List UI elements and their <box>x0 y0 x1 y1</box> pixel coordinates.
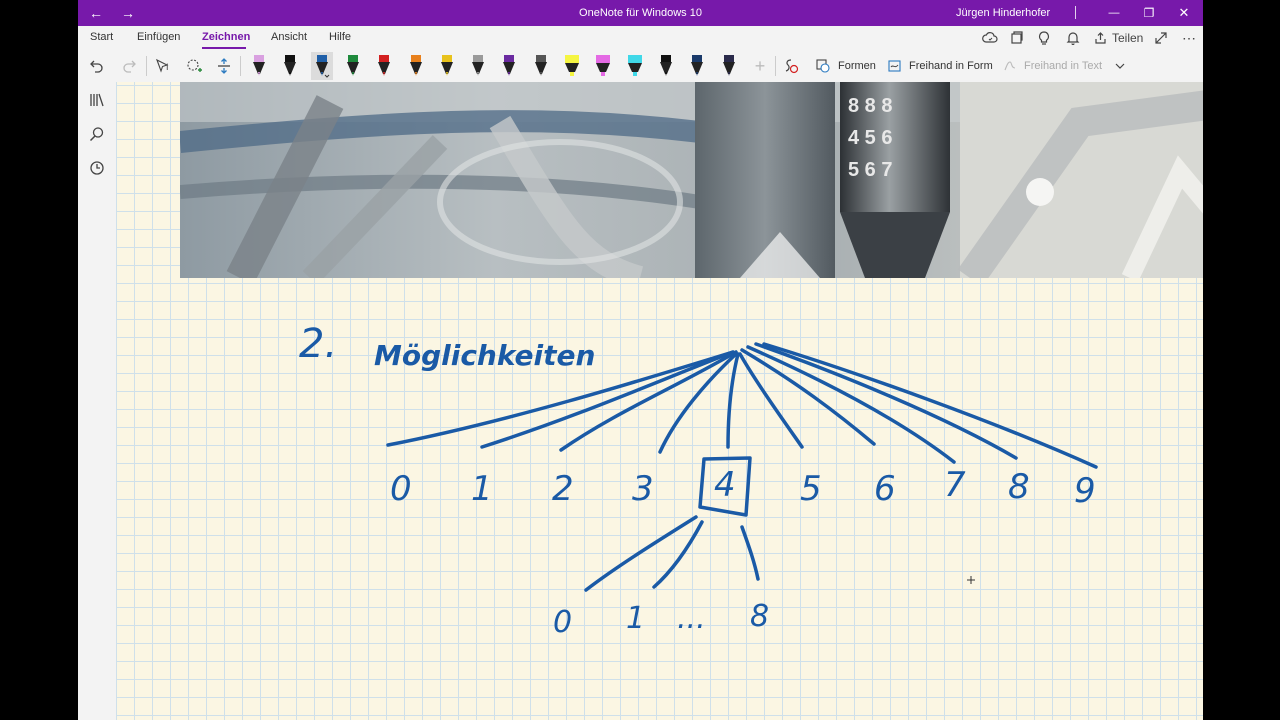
ink-to-shape-button[interactable]: Freihand in Form <box>909 50 993 82</box>
ink-subline-0 <box>584 515 698 592</box>
draw-ribbon: I + Formen Freihand in Form Freihand in … <box>78 50 1203 83</box>
redo-icon[interactable] <box>118 50 140 82</box>
highlighter-yellow-icon[interactable] <box>561 52 583 80</box>
lasso-select-icon[interactable] <box>182 50 206 82</box>
ink-line-8 <box>754 342 1018 460</box>
maximize-button[interactable]: ❐ <box>1135 0 1163 26</box>
search-icon[interactable] <box>87 124 107 144</box>
highlighter-magenta-icon[interactable] <box>592 52 614 80</box>
ink-to-shape-icon[interactable] <box>886 50 904 82</box>
tab-zeichnen[interactable]: Zeichnen <box>202 31 250 43</box>
active-tab-indicator <box>202 47 246 49</box>
ink-digit-9: 9 <box>1074 471 1096 511</box>
shapes-icon[interactable] <box>814 50 832 82</box>
ink-replay-icon[interactable] <box>780 50 802 82</box>
ink-digit-2: 2 <box>552 469 574 509</box>
back-icon[interactable]: ← <box>84 0 108 26</box>
title-separator <box>1075 6 1076 19</box>
ribbon-divider <box>240 56 241 76</box>
ink-sub-digit-8: 8 <box>750 599 769 634</box>
chevron-down-icon[interactable] <box>1112 50 1128 82</box>
ribbon-divider <box>146 56 147 76</box>
svg-text:I: I <box>166 62 169 72</box>
ink-sub-digit-1: 1 <box>626 601 645 636</box>
pen-cursor-icon <box>967 576 975 584</box>
forward-icon[interactable]: → <box>116 0 140 26</box>
ink-digit-1: 1 <box>471 469 493 509</box>
close-button[interactable]: ✕ <box>1170 0 1198 26</box>
shapes-button[interactable]: Formen <box>838 50 876 82</box>
ink-line-3 <box>658 352 738 454</box>
pen-black-2-icon[interactable] <box>655 52 677 80</box>
title-bar: ← → OneNote für Windows 10 Jürgen Hinder… <box>78 0 1203 26</box>
pen-galaxy-2-icon[interactable] <box>718 52 740 80</box>
pen-green-icon[interactable] <box>342 52 364 80</box>
add-pen-icon[interactable]: + <box>750 50 770 82</box>
fullscreen-icon[interactable] <box>1154 26 1168 50</box>
share-button[interactable]: Teilen <box>1094 26 1143 50</box>
ink-sub-digit-0: 0 <box>553 605 572 640</box>
type-select-icon[interactable]: I <box>152 50 176 82</box>
pen-gray-icon[interactable] <box>467 52 489 80</box>
pen-darkgray-icon[interactable] <box>530 52 552 80</box>
user-account[interactable]: Jürgen Hinderhofer <box>956 0 1050 26</box>
tab-start[interactable]: Start <box>90 31 113 43</box>
pen-blue-selected-icon[interactable] <box>310 52 333 80</box>
pen-purple-icon[interactable] <box>498 52 520 80</box>
ink-digit-0: 0 <box>390 469 412 509</box>
highlighter-cyan-icon[interactable] <box>624 52 646 80</box>
onenote-window: ← → OneNote für Windows 10 Jürgen Hinder… <box>78 0 1203 720</box>
ink-digit-6: 6 <box>874 469 896 509</box>
ribbon-divider <box>775 56 776 76</box>
tab-einfuegen[interactable]: Einfügen <box>137 31 180 43</box>
pen-black-icon[interactable] <box>279 52 301 80</box>
navigation-rail <box>78 82 117 720</box>
undo-icon[interactable] <box>86 50 108 82</box>
ink-line-9 <box>762 342 1098 469</box>
share-label: Teilen <box>1112 31 1144 45</box>
more-options-icon[interactable]: ⋯ <box>1182 26 1196 50</box>
pen-orange-icon[interactable] <box>405 52 427 80</box>
pen-yellow-icon[interactable] <box>436 52 458 80</box>
recent-icon[interactable] <box>87 158 107 178</box>
pen-eraser-pink-icon[interactable] <box>248 52 270 80</box>
ink-line-4 <box>726 352 740 449</box>
menu-bar: Start Einfügen Zeichnen Ansicht Hilfe <box>78 26 1203 50</box>
share-icon <box>1095 32 1106 44</box>
ink-subline-1 <box>652 520 704 589</box>
ink-digit-3: 3 <box>632 469 654 509</box>
ink-digit-4-boxed: 4 <box>714 465 736 505</box>
ink-drawing: 2. Möglichkeiten 0 1 2 3 4 5 6 7 8 9 0 1 <box>299 321 1098 640</box>
ink-heading-word: Möglichkeiten <box>374 339 595 372</box>
ink-sub-ellipsis: ... <box>677 601 706 636</box>
ink-line-7 <box>746 345 956 464</box>
tab-hilfe[interactable]: Hilfe <box>329 31 351 43</box>
ink-to-text-button: Freihand in Text <box>1024 60 1103 72</box>
ink-digit-8: 8 <box>1008 467 1030 507</box>
sync-icon[interactable] <box>982 26 998 50</box>
ink-subline-2 <box>740 525 760 581</box>
pen-galaxy-1-icon[interactable] <box>686 52 708 80</box>
add-space-icon[interactable] <box>212 50 236 82</box>
pen-red-icon[interactable] <box>373 52 395 80</box>
tab-ansicht[interactable]: Ansicht <box>271 31 307 43</box>
bell-icon[interactable] <box>1066 26 1080 50</box>
notebooks-icon[interactable] <box>1010 26 1024 50</box>
lightbulb-icon[interactable] <box>1038 26 1050 50</box>
ink-digit-5: 5 <box>800 469 822 509</box>
ink-digit-7: 7 <box>944 465 966 505</box>
ink-to-text-icon <box>1001 50 1019 82</box>
page-canvas[interactable]: 8 8 8 4 5 6 5 6 7 2. Möglichkeiten 0 1 2… <box>116 82 1203 720</box>
ink-heading-number: 2. <box>299 321 337 367</box>
notebooks-library-icon[interactable] <box>87 90 107 110</box>
minimize-button[interactable]: — <box>1100 0 1128 26</box>
